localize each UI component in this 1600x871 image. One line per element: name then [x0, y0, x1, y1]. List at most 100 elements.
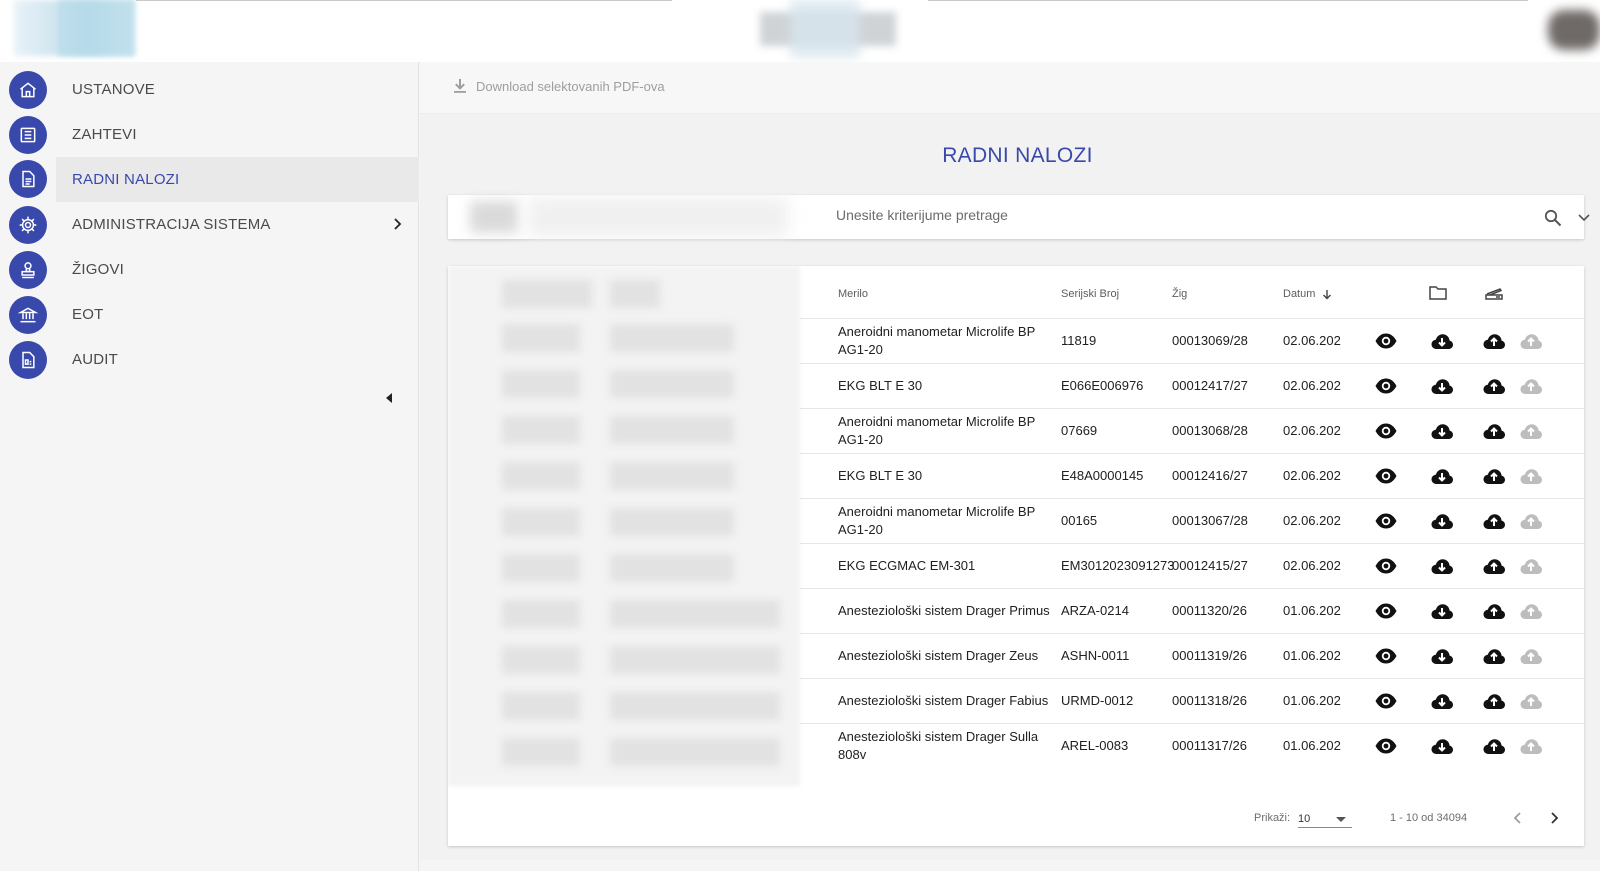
cloud-download-icon[interactable] [1430, 465, 1454, 487]
cell-zig: 00011318/26 [1172, 693, 1247, 708]
redacted-header [502, 280, 592, 308]
redacted-cell [610, 462, 734, 490]
column-header-serijski-broj[interactable]: Serijski Broj [1061, 288, 1119, 300]
redacted-cell [502, 692, 580, 720]
cloud-download-icon[interactable] [1430, 510, 1454, 532]
column-header-zig[interactable]: Žig [1172, 288, 1187, 300]
cloud-download-icon[interactable] [1430, 690, 1454, 712]
table-row[interactable]: EKG BLT E 30 E48A0000145 00012416/27 02.06.… [800, 453, 1584, 499]
cloud-upload-disabled-icon[interactable] [1519, 555, 1543, 577]
view-icon[interactable] [1374, 555, 1398, 577]
cell-serijski-broj: 07669 [1061, 423, 1098, 438]
table-row[interactable]: Anesteziološki sistem Drager Fabius URMD-… [800, 678, 1584, 724]
cloud-upload-icon[interactable] [1482, 735, 1506, 757]
cell-serijski-broj: AREL-0083 [1061, 738, 1129, 753]
table-row[interactable]: Anesteziološki sistem Drager Primus ARZA-… [800, 588, 1584, 634]
cloud-download-icon[interactable] [1430, 735, 1454, 757]
view-icon[interactable] [1374, 690, 1398, 712]
view-icon[interactable] [1374, 735, 1398, 757]
cloud-download-icon[interactable] [1430, 645, 1454, 667]
folder-icon[interactable] [1428, 284, 1448, 302]
cloud-upload-icon[interactable] [1482, 510, 1506, 532]
sidebar-item-zigovi[interactable]: ŽIGOVI [0, 247, 419, 292]
redacted-cell [502, 600, 580, 628]
chevron-down-icon[interactable] [1578, 214, 1590, 222]
table-row[interactable]: Aneroidni manometar Microlife BP AG1-20 1… [800, 318, 1584, 364]
cloud-upload-icon[interactable] [1482, 465, 1506, 487]
cloud-upload-disabled-icon[interactable] [1519, 375, 1543, 397]
cloud-download-icon[interactable] [1430, 600, 1454, 622]
page-size-select[interactable]: 10 [1298, 806, 1352, 828]
sidebar-item-label: RADNI NALOZI [72, 171, 180, 188]
view-icon[interactable] [1374, 420, 1398, 442]
redacted-cell [610, 416, 734, 444]
cloud-upload-icon[interactable] [1482, 555, 1506, 577]
sidebar-item-audit[interactable]: AUDIT [0, 337, 419, 382]
column-header-merilo[interactable]: Merilo [838, 288, 868, 300]
cloud-upload-icon[interactable] [1482, 600, 1506, 622]
cloud-download-icon[interactable] [1430, 420, 1454, 442]
cloud-upload-icon[interactable] [1482, 690, 1506, 712]
cloud-upload-icon[interactable] [1482, 330, 1506, 352]
cloud-upload-disabled-icon[interactable] [1519, 420, 1543, 442]
table-row[interactable]: EKG BLT E 30 E066E006976 00012417/27 02.06.… [800, 363, 1584, 409]
view-icon[interactable] [1374, 510, 1398, 532]
cell-datum: 01.06.202 [1283, 603, 1341, 618]
redacted-cell [610, 692, 780, 720]
cloud-upload-disabled-icon[interactable] [1519, 645, 1543, 667]
avatar[interactable] [1548, 10, 1600, 50]
redacted-header [610, 280, 660, 308]
cloud-upload-disabled-icon[interactable] [1519, 735, 1543, 757]
chevron-right-icon[interactable] [1546, 810, 1562, 826]
cloud-upload-disabled-icon[interactable] [1519, 330, 1543, 352]
cell-serijski-broj: 00165 [1061, 513, 1098, 528]
cell-datum: 01.06.202 [1283, 648, 1341, 663]
download-selected-button[interactable]: Download selektovanih PDF-ova [452, 78, 665, 94]
sidebar-collapse-button[interactable] [386, 393, 392, 403]
view-icon[interactable] [1374, 600, 1398, 622]
sidebar-item-label: AUDIT [72, 351, 118, 368]
table-row[interactable]: Anesteziološki sistem Drager Zeus ASHN-00… [800, 633, 1584, 679]
cell-zig: 00013068/28 [1172, 423, 1248, 438]
view-icon[interactable] [1374, 465, 1398, 487]
table-row[interactable]: EKG ECGMAC EM-301 EM30120230912738 0001241… [800, 543, 1584, 589]
sidebar-item-administracija-sistema[interactable]: ADMINISTRACIJA SISTEMA [0, 202, 419, 247]
search-icon[interactable] [1544, 209, 1562, 227]
redacted-cell [502, 416, 580, 444]
sidebar-item-radni-nalozi[interactable]: RADNI NALOZI [56, 157, 419, 202]
cloud-upload-icon[interactable] [1482, 420, 1506, 442]
cloud-upload-disabled-icon[interactable] [1519, 600, 1543, 622]
cloud-download-icon[interactable] [1430, 555, 1454, 577]
main-content: Download selektovanih PDF-ova RADNI NALO… [420, 62, 1600, 871]
view-icon[interactable] [1374, 330, 1398, 352]
column-header-datum-label: Datum [1283, 288, 1316, 300]
scanner-icon[interactable] [1484, 286, 1504, 302]
sidebar-item-ustanove[interactable]: USTANOVE [0, 67, 419, 112]
cell-serijski-broj: EM30120230912738 [1061, 558, 1173, 573]
redacted-cell [502, 738, 580, 766]
redacted-cell [502, 462, 580, 490]
cloud-upload-disabled-icon[interactable] [1519, 690, 1543, 712]
table-row[interactable]: Aneroidni manometar Microlife BP AG1-20 0… [800, 498, 1584, 544]
cell-datum: 02.06.202 [1283, 468, 1341, 483]
view-icon[interactable] [1374, 375, 1398, 397]
download-icon [454, 79, 466, 93]
cloud-upload-icon[interactable] [1482, 375, 1506, 397]
view-icon[interactable] [1374, 645, 1398, 667]
cloud-download-icon[interactable] [1430, 375, 1454, 397]
column-header-datum[interactable]: Datum [1283, 288, 1332, 300]
redacted-cell [610, 554, 734, 582]
chevron-left-icon[interactable] [1510, 810, 1526, 826]
table-row[interactable]: Aneroidni manometar Microlife BP AG1-20 0… [800, 408, 1584, 454]
cloud-upload-disabled-icon[interactable] [1519, 510, 1543, 532]
sidebar-item-zahtevi[interactable]: ZAHTEVI [0, 112, 419, 157]
page-range-text: 1 - 10 od 34094 [1390, 812, 1468, 824]
search-input[interactable] [836, 207, 1476, 223]
redacted-cell [610, 370, 734, 398]
sidebar-item-eot[interactable]: EOT [0, 292, 419, 337]
table-row[interactable]: Anesteziološki sistem Drager Sulla 808v A… [800, 723, 1584, 769]
cloud-download-icon[interactable] [1430, 330, 1454, 352]
cloud-upload-disabled-icon[interactable] [1519, 465, 1543, 487]
list-icon [9, 115, 47, 154]
cloud-upload-icon[interactable] [1482, 645, 1506, 667]
